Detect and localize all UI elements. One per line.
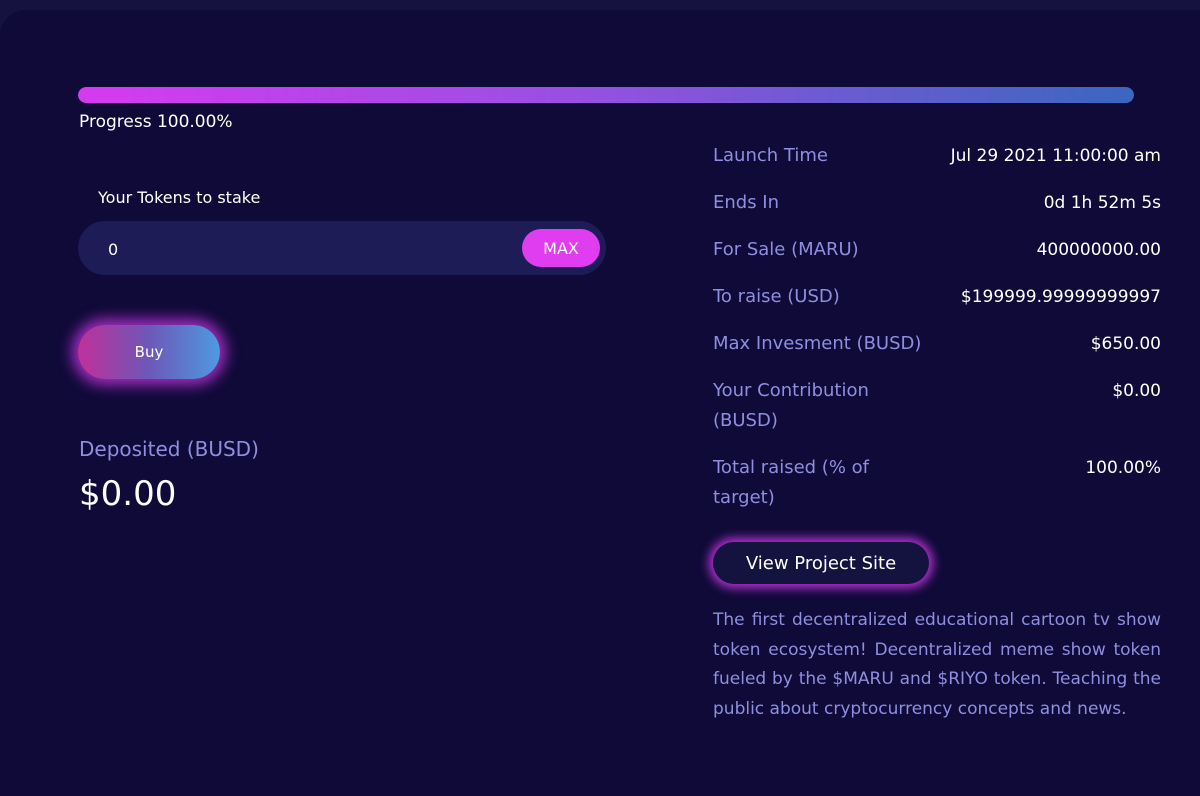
project-description: The first decentralized educational cart… (713, 610, 1161, 719)
view-project-site-button[interactable]: View Project Site (713, 542, 929, 584)
info-label-your-contribution: Your Contribution (BUSD) (713, 380, 869, 431)
info-label-launch-time: Launch Time (713, 145, 828, 166)
deposited-value: $0.00 (79, 474, 177, 514)
info-label-max-investment: Max Invesment (BUSD) (713, 333, 922, 354)
progress-bar (78, 87, 1134, 103)
info-label-to-raise: To raise (USD) (713, 286, 840, 307)
info-label-ends-in: Ends In (713, 192, 780, 213)
stake-field: MAX (78, 221, 606, 275)
stake-label: Your Tokens to stake (98, 188, 261, 207)
info-value-for-sale: 400000000.00 (1036, 240, 1161, 260)
max-button[interactable]: MAX (522, 229, 600, 267)
info-value-total-raised: 100.00% (1085, 458, 1161, 478)
info-value-max-investment: $650.00 (1090, 334, 1161, 354)
info-label-for-sale: For Sale (MARU) (713, 239, 859, 260)
buy-button[interactable]: Buy (78, 325, 220, 379)
info-value-to-raise: $199999.99999999997 (960, 287, 1161, 307)
progress-bar-fill (78, 87, 1134, 103)
stake-input[interactable] (106, 235, 490, 263)
info-value-ends-in: 0d 1h 52m 5s (1043, 193, 1161, 213)
info-value-your-contribution: $0.00 (1112, 381, 1161, 401)
deposited-label: Deposited (BUSD) (79, 437, 259, 461)
info-label-total-raised: Total raised (% of target) (713, 457, 869, 508)
progress-label: Progress 100.00% (79, 112, 233, 132)
info-value-launch-time: Jul 29 2021 11:00:00 am (950, 146, 1161, 166)
